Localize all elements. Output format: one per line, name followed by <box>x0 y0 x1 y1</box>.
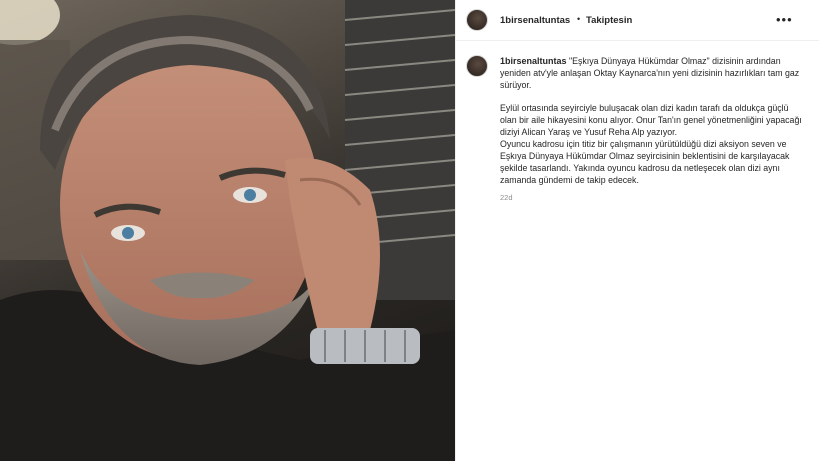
caption-paragraph-2: Eylül ortasında seyirciyle buluşacak ola… <box>500 103 802 137</box>
caption-username[interactable]: 1birsenaltuntas <box>500 56 567 66</box>
post-caption: 1birsenaltuntas "Eşkıya Dünyaya Hükümdar… <box>500 55 805 204</box>
author-username[interactable]: 1birsenaltuntas <box>500 15 570 26</box>
follow-status[interactable]: Takiptesin <box>586 15 632 26</box>
caption-avatar[interactable] <box>466 55 488 77</box>
more-horizontal-icon[interactable]: ••• <box>776 13 793 26</box>
post-timestamp[interactable]: 22d <box>500 192 805 204</box>
post-photo[interactable] <box>0 0 455 461</box>
author-avatar[interactable] <box>466 9 488 31</box>
post-header: 1birsenaltuntas • Takiptesin ••• <box>456 0 819 41</box>
portrait-image <box>0 0 455 461</box>
post-details-panel: 1birsenaltuntas • Takiptesin ••• 1birsen… <box>455 0 819 461</box>
separator-dot: • <box>577 14 581 24</box>
caption-paragraph-3: Oyuncu kadrosu için titiz bir çalışmanın… <box>500 139 790 185</box>
